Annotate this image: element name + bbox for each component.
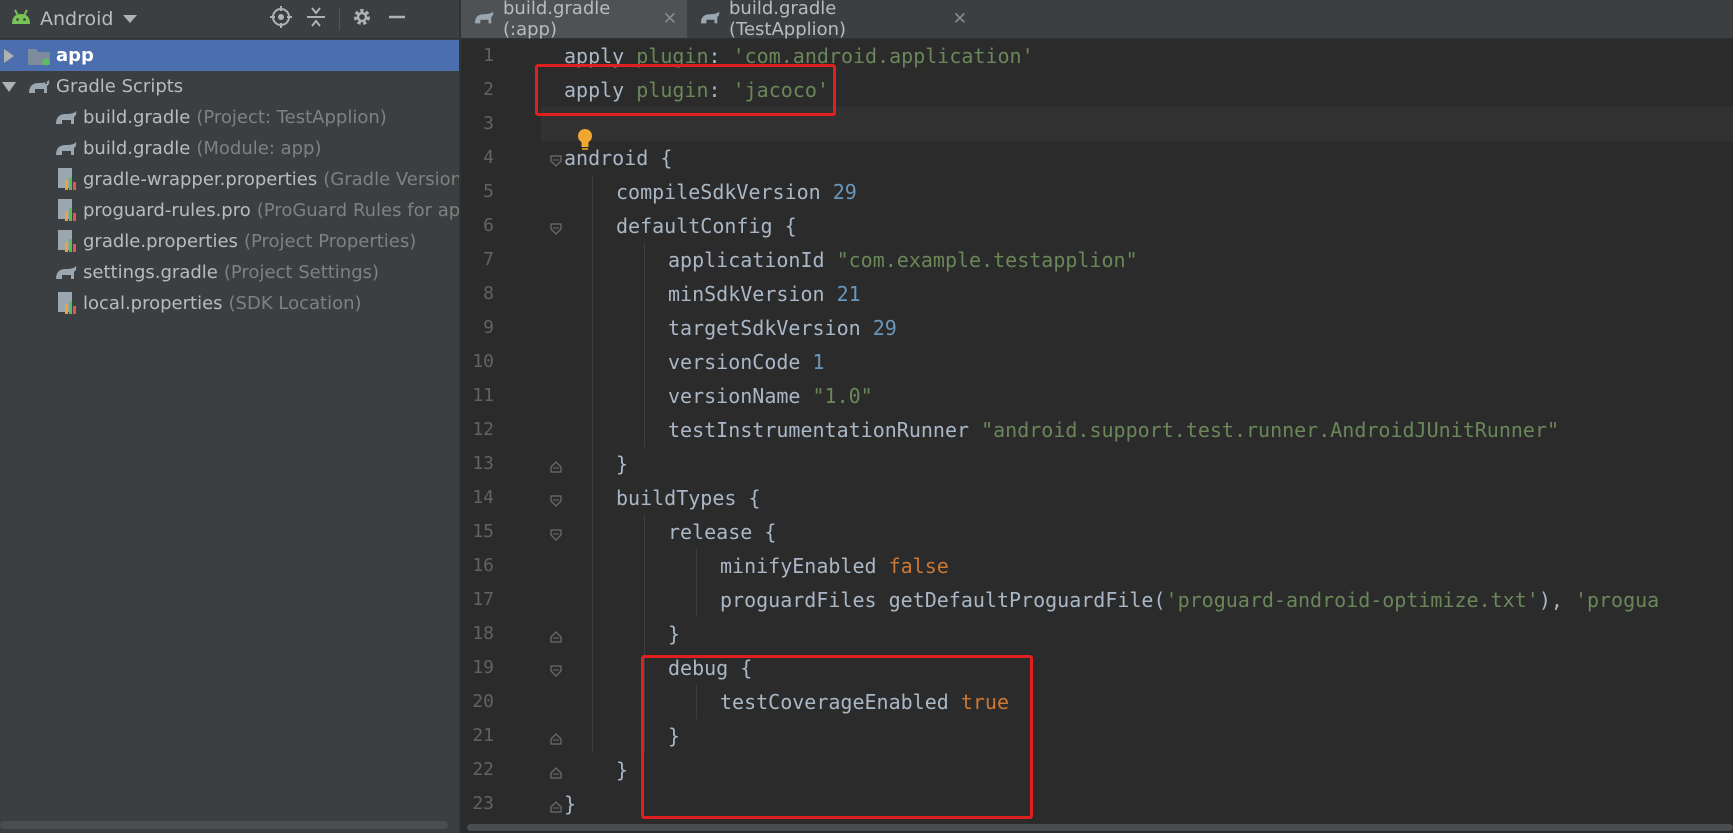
tree-item-text: build.gradle (Project: TestApplion)	[83, 107, 387, 128]
tree-item-hint: (Gradle Version)	[323, 169, 459, 190]
gradle-file-icon	[54, 137, 78, 161]
code-line-16: minifyEnabled false	[720, 554, 949, 578]
collapse-all-icon	[305, 6, 327, 32]
code-line-10: versionCode 1	[668, 350, 825, 374]
gradle-file-icon	[473, 7, 495, 31]
locate-button[interactable]	[268, 6, 294, 32]
code-line-22: }	[616, 758, 629, 782]
code-area[interactable]: apply plugin: 'com.android.application' …	[461, 39, 1733, 833]
horizontal-scrollbar[interactable]	[461, 821, 1733, 833]
tree-item-label: build.gradle	[83, 138, 191, 159]
tree-item-app[interactable]: app	[0, 40, 459, 71]
collapse-all-button[interactable]	[303, 6, 329, 32]
gradle-icon	[27, 75, 51, 99]
tree-item-text: gradle.properties (Project Properties)	[83, 231, 416, 252]
code-line-5: compileSdkVersion 29	[616, 180, 857, 204]
tree-item-label: local.properties	[83, 293, 223, 314]
indent-guide	[592, 175, 593, 753]
properties-file-icon	[56, 167, 80, 191]
properties-file-icon	[56, 291, 80, 315]
code-line-18: }	[668, 622, 681, 646]
project-panel: Android app Gradle Scripts build.gradle …	[0, 0, 459, 833]
code-line-12: testInstrumentationRunner "android.suppo…	[668, 418, 1560, 442]
tree-item-label: app	[56, 45, 94, 66]
view-selector[interactable]: Android	[10, 7, 138, 31]
tree-item-gradle-properties[interactable]: gradle.properties (Project Properties)	[0, 226, 459, 257]
minimize-button[interactable]	[384, 6, 410, 32]
tree-item-label: build.gradle	[83, 107, 191, 128]
tree-item-proguard-rules[interactable]: proguard-rules.pro (ProGuard Rules for ap…	[0, 195, 459, 226]
properties-file-icon	[56, 198, 80, 222]
project-toolbar: Android	[0, 0, 459, 39]
gear-icon	[351, 6, 373, 32]
tree-item-hint: (Module: app)	[196, 138, 322, 159]
code-line-9: targetSdkVersion 29	[668, 316, 897, 340]
tree-item-label: Gradle Scripts	[56, 76, 184, 97]
tab-build-gradle-app[interactable]: build.gradle (:app) ✕	[461, 0, 687, 40]
gradle-file-icon	[54, 106, 78, 130]
tab-label: build.gradle (:app)	[503, 0, 611, 40]
indent-guide	[644, 243, 645, 447]
tree-item-text: gradle-wrapper.properties (Gradle Version…	[83, 169, 459, 190]
tree-item-hint: (Project Settings)	[223, 262, 380, 283]
tree-item-text: build.gradle (Module: app)	[83, 138, 322, 159]
settings-button[interactable]	[349, 6, 375, 32]
tree-item-text: settings.gradle (Project Settings)	[83, 262, 379, 283]
tree-item-label: proguard-rules.pro	[83, 200, 251, 221]
tree-item-settings-gradle[interactable]: settings.gradle (Project Settings)	[0, 257, 459, 288]
gradle-file-icon	[54, 261, 78, 285]
properties-file-icon	[56, 229, 80, 253]
tree-item-build-gradle-project[interactable]: build.gradle (Project: TestApplion)	[0, 102, 459, 133]
gradle-file-icon	[699, 7, 721, 31]
view-selector-label: Android	[40, 8, 114, 30]
tree-item-hint: (ProGuard Rules for app	[256, 200, 459, 221]
code-line-23: }	[564, 792, 577, 816]
tree-item-label: gradle.properties	[83, 231, 238, 252]
tab-build-gradle-project[interactable]: build.gradle (TestApplion) ✕	[687, 0, 977, 40]
code-line-11: versionName "1.0"	[668, 384, 873, 408]
tree-item-gradle-scripts[interactable]: Gradle Scripts	[0, 71, 459, 102]
close-icon[interactable]: ✕	[663, 9, 677, 29]
tree-item-build-gradle-module[interactable]: build.gradle (Module: app)	[0, 133, 459, 164]
code-line-8: minSdkVersion 21	[668, 282, 861, 306]
horizontal-scrollbar[interactable]	[0, 821, 448, 829]
tree-item-text: local.properties (SDK Location)	[83, 293, 362, 314]
highlight-box-debug-block	[641, 655, 1033, 819]
code-line-17: proguardFiles getDefaultProguardFile('pr…	[720, 588, 1660, 612]
tree-item-text: proguard-rules.pro (ProGuard Rules for ap…	[83, 200, 459, 221]
chevron-down-icon	[123, 15, 138, 23]
locate-icon	[270, 6, 292, 32]
code-line-6: defaultConfig {	[616, 214, 797, 238]
code-line-15: release {	[668, 520, 777, 544]
indent-guide	[696, 549, 697, 617]
android-icon	[10, 8, 32, 30]
scrollbar-thumb[interactable]	[467, 824, 1733, 831]
code-line-13: }	[616, 452, 629, 476]
editor-tab-bar: build.gradle (:app) ✕ build.gradle (Test…	[461, 0, 1733, 40]
tab-label: build.gradle (TestApplion)	[729, 0, 847, 40]
tree-item-label: gradle-wrapper.properties	[83, 169, 318, 190]
code-line-4: android {	[564, 146, 673, 170]
code-line-7: applicationId "com.example.testapplion"	[668, 248, 1138, 272]
tree-item-local-properties[interactable]: local.properties (SDK Location)	[0, 288, 459, 319]
close-icon[interactable]: ✕	[953, 9, 967, 29]
minimize-icon	[386, 6, 408, 32]
chevron-right-icon[interactable]	[4, 49, 14, 63]
chevron-down-icon[interactable]	[2, 82, 16, 92]
tree-item-label: settings.gradle	[83, 262, 218, 283]
code-line-14: buildTypes {	[616, 486, 761, 510]
tree-item-hint: (Project Properties)	[243, 231, 417, 252]
tree-item-gradle-wrapper-properties[interactable]: gradle-wrapper.properties (Gradle Version…	[0, 164, 459, 195]
tree-item-hint: (SDK Location)	[228, 293, 362, 314]
toolbar-separator	[339, 8, 340, 30]
highlight-box-jacoco-plugin	[535, 64, 836, 116]
code-editor: build.gradle (:app) ✕ build.gradle (Test…	[461, 0, 1733, 833]
tree-item-hint: (Project: TestApplion)	[196, 107, 387, 128]
folder-module-icon	[27, 44, 51, 68]
